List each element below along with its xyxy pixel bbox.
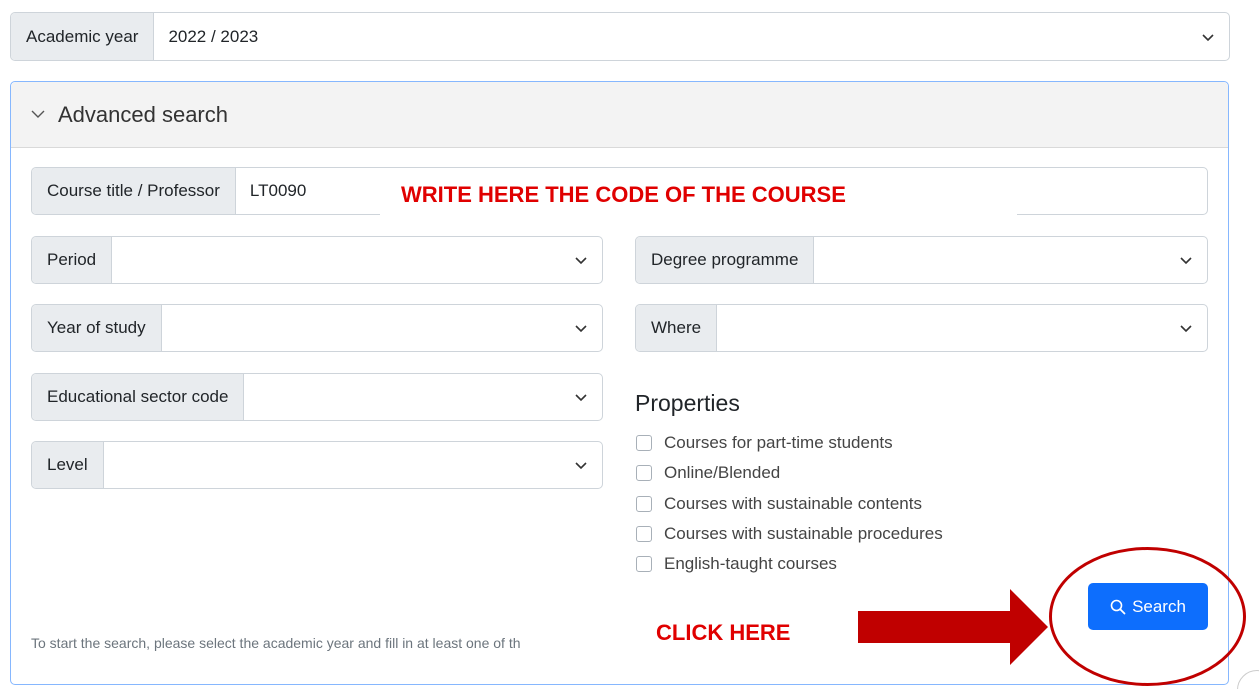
- checkbox[interactable]: [636, 435, 652, 451]
- period-field[interactable]: [112, 237, 602, 283]
- properties-title: Properties: [635, 390, 740, 416]
- checkbox[interactable]: [636, 465, 652, 481]
- level-select[interactable]: Level: [31, 441, 603, 489]
- where-select[interactable]: Where: [635, 304, 1208, 352]
- property-label: Courses for part-time students: [664, 433, 893, 452]
- where-label: Where: [636, 305, 718, 351]
- academic-year-value-field[interactable]: 2022 / 2023: [154, 13, 1229, 60]
- advanced-search-toggle[interactable]: Advanced search: [11, 82, 1228, 148]
- scroll-to-top-button[interactable]: [1237, 670, 1259, 689]
- property-checkbox-sustainable-procedures[interactable]: Courses with sustainable procedures: [636, 524, 943, 544]
- highlight-circle: [1049, 547, 1246, 686]
- year-of-study-field[interactable]: [162, 305, 602, 351]
- period-label: Period: [32, 237, 113, 283]
- academic-year-value: 2022 / 2023: [168, 26, 259, 46]
- advanced-search-title: Advanced search: [58, 101, 228, 127]
- chevron-down-icon: [574, 458, 588, 472]
- property-label: English-taught courses: [664, 554, 837, 573]
- year-of-study-label: Year of study: [32, 305, 162, 351]
- educational-sector-code-label: Educational sector code: [32, 374, 245, 420]
- annotation-write-here: WRITE HERE THE CODE OF THE COURSE: [401, 182, 846, 207]
- property-checkbox-part-time[interactable]: Courses for part-time students: [636, 433, 893, 453]
- level-field[interactable]: [104, 442, 602, 488]
- property-checkbox-sustainable-contents[interactable]: Courses with sustainable contents: [636, 494, 922, 514]
- annotation-click-here: CLICK HERE: [656, 620, 791, 645]
- degree-programme-select[interactable]: Degree programme: [635, 236, 1208, 284]
- period-select[interactable]: Period: [31, 236, 603, 284]
- chevron-down-icon: [1179, 253, 1193, 267]
- educational-sector-code-select[interactable]: Educational sector code: [31, 373, 603, 421]
- where-field[interactable]: [717, 305, 1207, 351]
- course-title-value: LT0090: [249, 181, 307, 200]
- property-checkbox-online-blended[interactable]: Online/Blended: [636, 463, 780, 483]
- degree-programme-field[interactable]: [814, 237, 1207, 283]
- chevron-down-icon: [1201, 30, 1215, 44]
- property-label: Courses with sustainable contents: [664, 494, 922, 513]
- level-label: Level: [32, 442, 104, 488]
- chevron-down-icon: [574, 253, 588, 267]
- search-hint-text: To start the search, please select the a…: [31, 635, 521, 651]
- chevron-down-icon: [574, 390, 588, 404]
- checkbox[interactable]: [636, 526, 652, 542]
- chevron-down-icon: [574, 321, 588, 335]
- property-label: Courses with sustainable procedures: [664, 524, 943, 543]
- checkbox[interactable]: [636, 496, 652, 512]
- chevron-down-icon: [30, 102, 46, 128]
- checkbox[interactable]: [636, 556, 652, 572]
- year-of-study-select[interactable]: Year of study: [31, 304, 603, 352]
- course-title-label: Course title / Professor: [32, 168, 236, 214]
- property-label: Online/Blended: [664, 463, 781, 482]
- red-arrow-icon: [858, 589, 1048, 665]
- academic-year-select[interactable]: Academic year 2022 / 2023: [10, 12, 1230, 61]
- educational-sector-code-field[interactable]: [244, 374, 602, 420]
- academic-year-label: Academic year: [11, 13, 155, 60]
- property-checkbox-english-taught[interactable]: English-taught courses: [636, 554, 837, 574]
- degree-programme-label: Degree programme: [636, 237, 815, 283]
- chevron-down-icon: [1179, 321, 1193, 335]
